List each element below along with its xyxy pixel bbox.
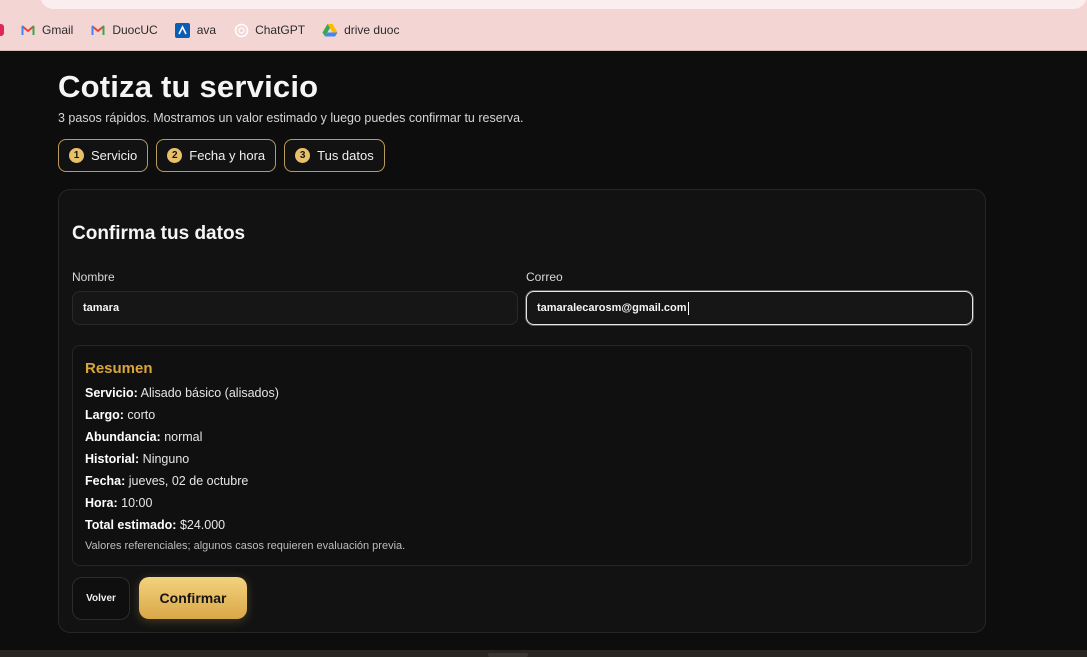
step-servicio[interactable]: 1 Servicio [58,139,149,172]
summary-value: corto [127,408,156,422]
bookmark-label: drive duoc [344,23,400,37]
address-bar[interactable] [40,0,1087,9]
summary-row-servicio: Servicio: Alisado básico (alisados) [85,386,279,400]
summary-title: Resumen [85,360,153,377]
bookmark-duocuc[interactable]: DuocUC [90,22,158,38]
step-number: 1 [69,148,84,163]
page-subtitle: 3 pasos rápidos. Mostramos un valor esti… [58,111,524,125]
google-drive-icon [322,22,338,38]
steps-nav: 1 Servicio 2 Fecha y hora 3 Tus datos [58,139,385,172]
summary-key: Fecha: [85,474,126,488]
summary-note: Valores referenciales; algunos casos req… [85,540,406,552]
confirm-button[interactable]: Confirmar [139,577,247,619]
summary-panel: Resumen Servicio: Alisado básico (alisad… [72,345,972,566]
ava-icon [175,22,191,38]
step-tus-datos[interactable]: 3 Tus datos [284,139,385,172]
step-label: Servicio [91,148,138,163]
summary-value: $24.000 [179,518,226,532]
summary-key: Historial: [85,452,140,466]
gmail-icon [90,22,106,38]
summary-value: normal [164,430,203,444]
bookmark-chatgpt[interactable]: ChatGPT [233,22,305,38]
step-fecha-hora[interactable]: 2 Fecha y hora [156,139,277,172]
email-input[interactable]: tamaralecarosm@gmail.com [526,291,973,325]
text-caret [687,301,689,315]
email-label: Correo [526,270,563,284]
chatgpt-icon [233,22,249,38]
bookmark-gmail[interactable]: Gmail [20,22,73,38]
summary-key: Largo: [85,408,124,422]
name-label: Nombre [72,270,115,284]
summary-key: Hora: [85,496,118,510]
summary-key: Total estimado: [85,518,177,532]
summary-row-abundancia: Abundancia: normal [85,430,202,444]
step-number: 2 [167,148,183,163]
summary-row-hora: Hora: 10:00 [85,496,152,510]
bookmark-ava[interactable]: ava [175,22,216,38]
summary-value: Alisado básico (alisados) [140,386,279,400]
summary-key: Abundancia: [85,430,161,444]
bookmark-edge-icon[interactable] [0,24,4,36]
step-number: 3 [295,148,311,163]
step-label: Fecha y hora [189,148,266,163]
form-title: Confirma tus datos [72,223,246,244]
summary-row-total: Total estimado: $24.000 [85,518,225,532]
summary-row-historial: Historial: Ninguno [85,452,189,466]
bookmark-label: Gmail [42,23,74,37]
summary-value: 10:00 [121,496,153,510]
summary-row-largo: Largo: corto [85,408,155,422]
bookmarks-bar: Gmail DuocUC ava ChatGPT drive duoc [0,0,1087,51]
bookmark-label: ava [196,23,217,37]
bookmark-label: DuocUC [112,23,158,37]
summary-row-fecha: Fecha: jueves, 02 de octubre [85,474,248,488]
summary-key: Servicio: [85,386,138,400]
confirm-card: Confirma tus datos Nombre tamara Correo … [58,189,986,633]
gmail-icon [20,22,36,38]
summary-value: Ninguno [142,452,190,466]
taskbar-edge [0,650,1087,657]
summary-value: jueves, 02 de octubre [128,474,249,488]
step-label: Tus datos [317,148,374,163]
name-value: tamara [83,302,120,314]
page-title: Cotiza tu servicio [58,69,319,104]
taskbar-pill [488,653,528,657]
email-value: tamaralecarosm@gmail.com [537,302,687,314]
bookmark-drive-duoc[interactable]: drive duoc [322,22,399,38]
name-input[interactable]: tamara [72,291,518,325]
back-button[interactable]: Volver [72,577,130,620]
bookmark-label: ChatGPT [255,23,306,37]
